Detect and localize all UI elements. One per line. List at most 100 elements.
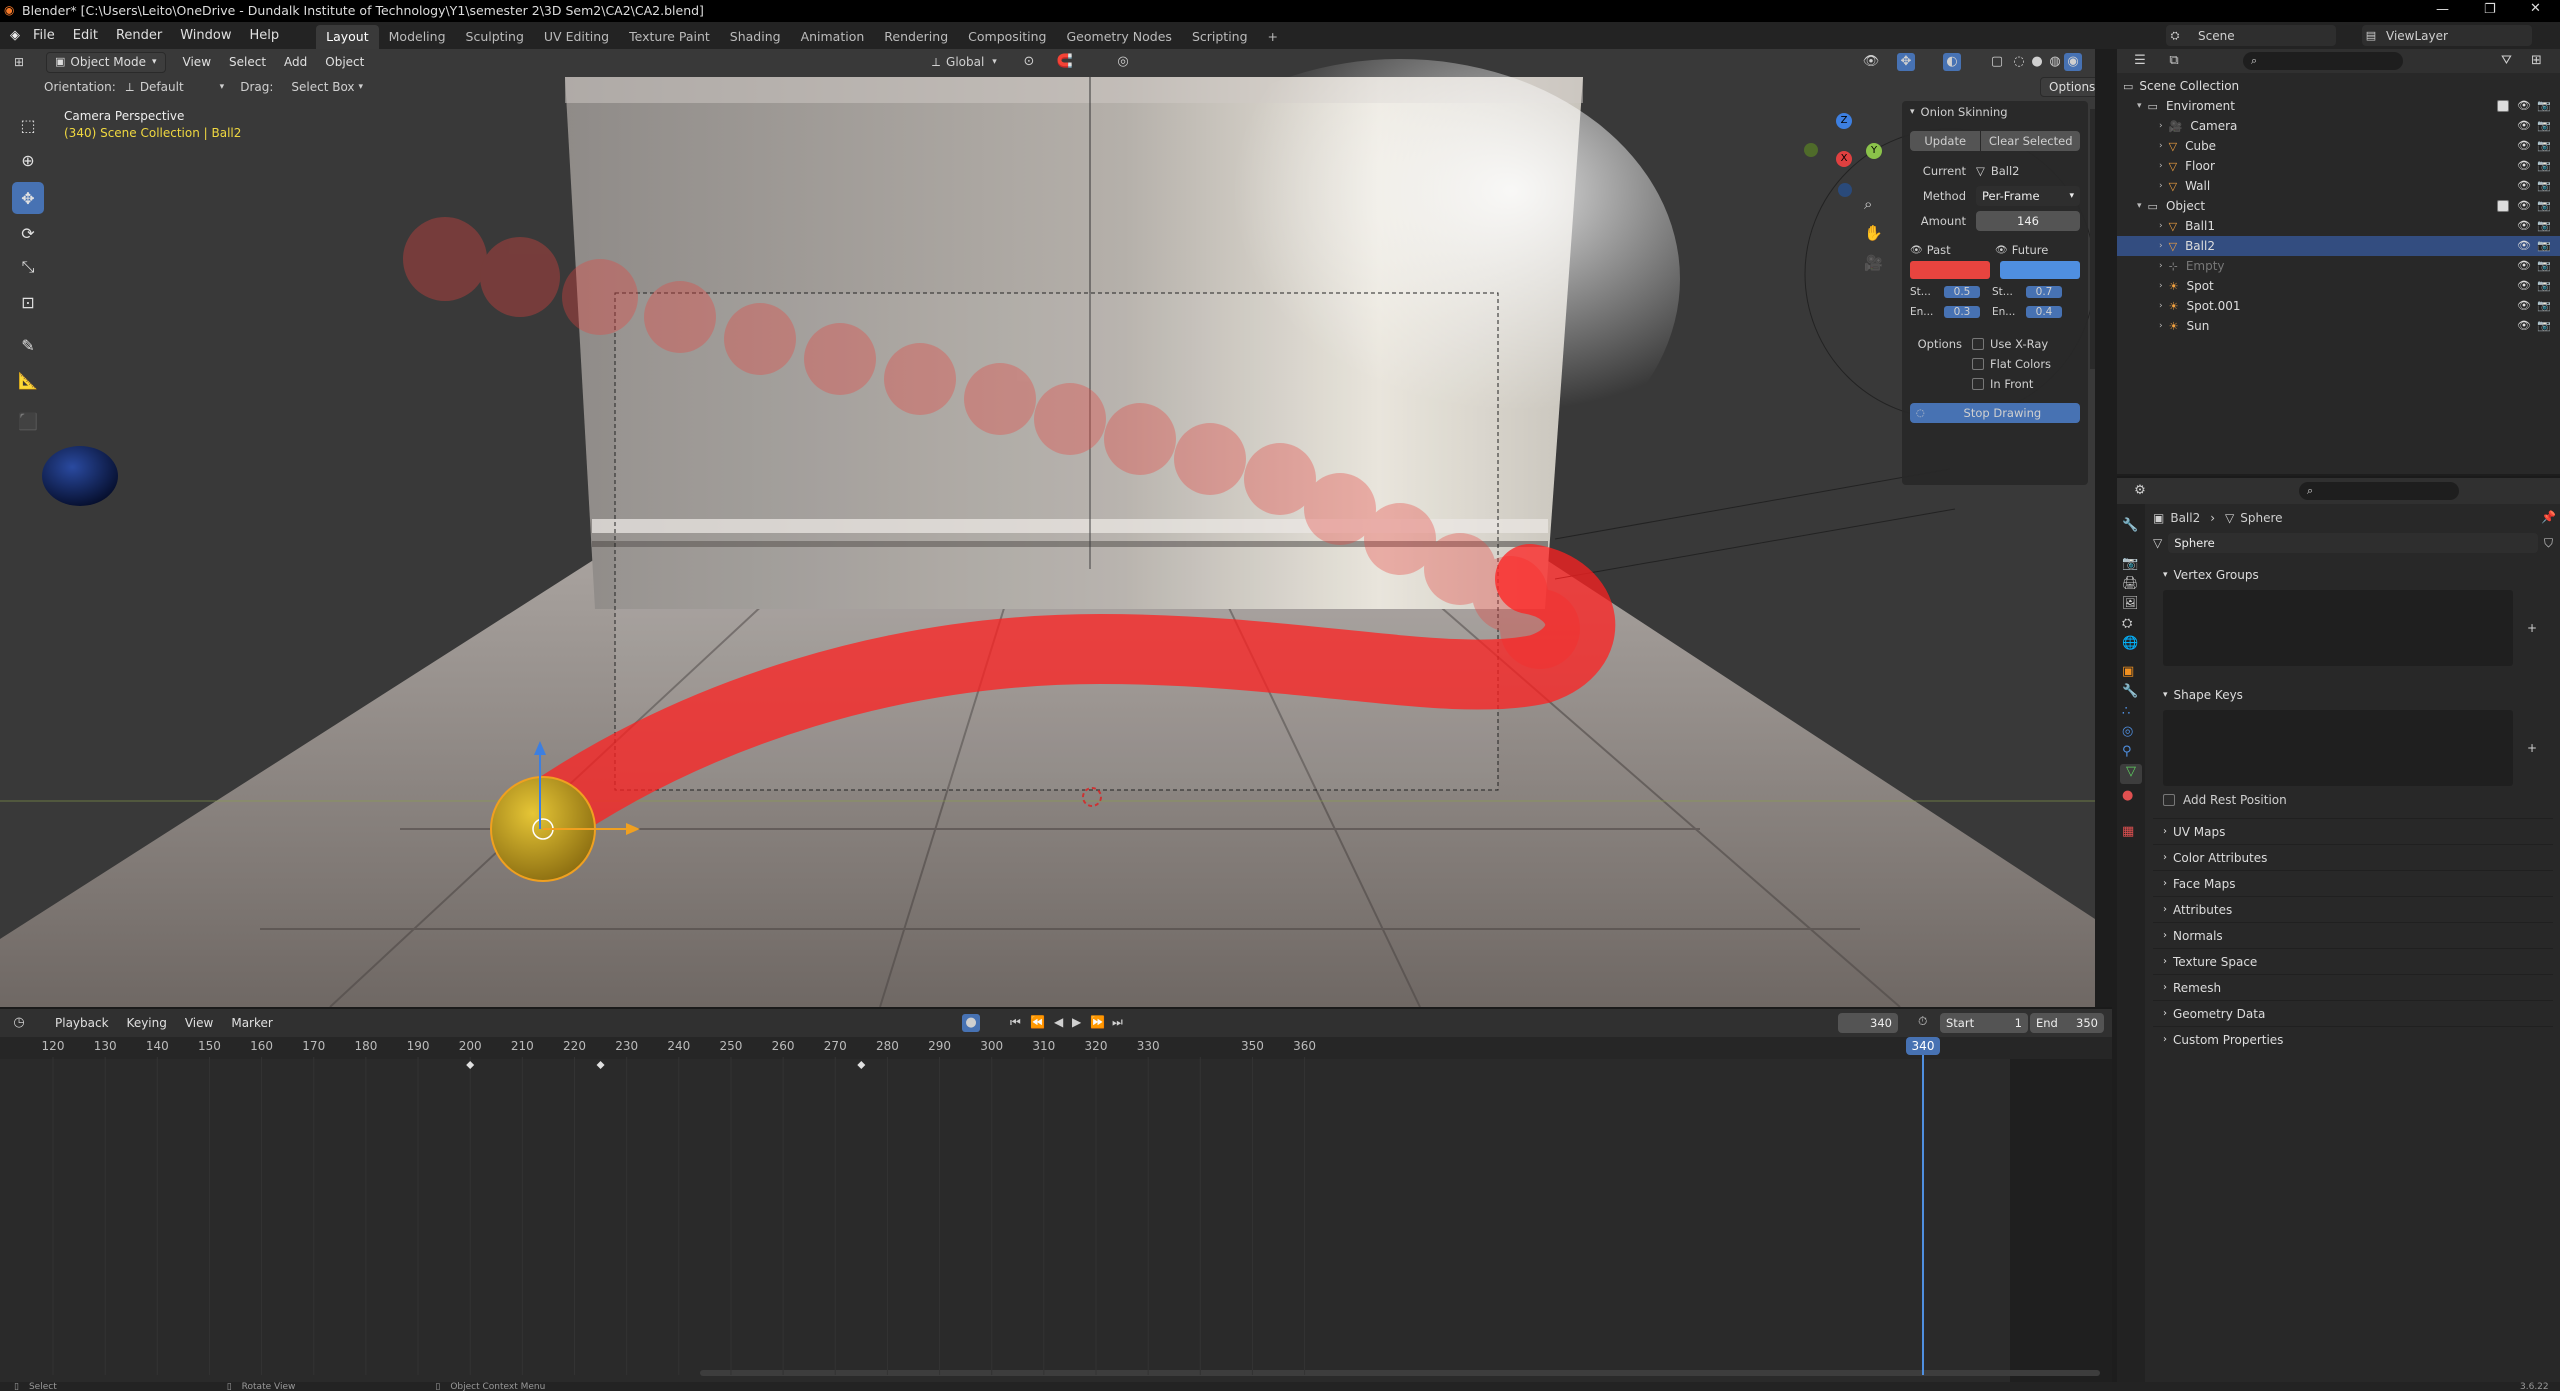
fake-user-icon[interactable]: ⛉	[2544, 536, 2553, 551]
keyframe-diamond[interactable]	[857, 1061, 866, 1069]
xray-icon[interactable]: ▢	[1988, 53, 2006, 71]
rotate-tool-icon[interactable]: ⟳	[12, 217, 44, 249]
chevron-right-icon[interactable]: ›	[2159, 121, 2163, 131]
transform-orientation-dropdown[interactable]: ⟂ Global ▾	[932, 52, 997, 72]
jump-keyframe-back-icon[interactable]: ⏪	[1030, 1015, 1045, 1029]
properties-search-input[interactable]: ⌕	[2299, 482, 2459, 500]
shading-rendered-icon[interactable]: ◉	[2064, 53, 2082, 71]
tab-animation[interactable]: Animation	[791, 25, 875, 49]
move-tool-icon[interactable]: ✥	[12, 182, 44, 214]
visibility-eye-icon[interactable]: 👁	[2517, 319, 2531, 332]
select-box-tool-icon[interactable]: ⬚	[12, 109, 44, 141]
visibility-eye-icon[interactable]: 👁	[2517, 99, 2531, 112]
visibility-eye-icon[interactable]: 👁	[2517, 139, 2531, 152]
proportional-edit-icon[interactable]: ◎	[1114, 53, 1132, 71]
menu-window[interactable]: Window	[171, 28, 240, 43]
visibility-eye-icon[interactable]: 👁	[2517, 259, 2531, 272]
add-workspace-button[interactable]: +	[1258, 25, 1288, 49]
outliner-item-floor[interactable]: › ▽ Floor 👁 📷	[2117, 156, 2560, 176]
menu-help[interactable]: Help	[241, 28, 289, 43]
chevron-right-icon[interactable]: ›	[2159, 281, 2163, 291]
chevron-right-icon[interactable]: ›	[2159, 241, 2163, 251]
modifier-tab-icon[interactable]: 🔧	[2122, 684, 2138, 699]
chevron-right-icon[interactable]: ›	[2159, 321, 2163, 331]
outliner-item-enviroment[interactable]: ▾ ▭ Enviroment 👁 📷	[2117, 96, 2560, 116]
exclude-checkbox[interactable]	[2497, 200, 2509, 212]
output-tab-icon[interactable]: 🖨	[2122, 576, 2139, 591]
visibility-eye-icon[interactable]: 👁	[2517, 159, 2531, 172]
constraints-tab-icon[interactable]: ⚲	[2122, 744, 2132, 759]
orientation-dropdown[interactable]: ⟂ Default ▾	[126, 80, 224, 95]
tab-compositing[interactable]: Compositing	[958, 25, 1056, 49]
outliner-item-scene-collection[interactable]: ▭ Scene Collection	[2117, 76, 2560, 96]
in-front-checkbox[interactable]	[1972, 378, 1984, 390]
navigation-gizmo[interactable]: Z Y X	[1800, 113, 1890, 203]
render-visibility-icon[interactable]: 📷	[2537, 299, 2551, 312]
measure-tool-icon[interactable]: 📐	[12, 364, 44, 396]
update-button[interactable]: Update	[1910, 131, 1981, 151]
drag-dropdown[interactable]: Select Box ▾	[291, 80, 363, 94]
viewport-menu-view[interactable]: View	[174, 55, 220, 69]
render-visibility-icon[interactable]: 📷	[2537, 99, 2551, 112]
chevron-right-icon[interactable]: ›	[2159, 221, 2163, 231]
shape-keys-section[interactable]: ▾ Shape Keys	[2153, 682, 2553, 708]
physics-tab-icon[interactable]: ◎	[2122, 724, 2133, 739]
maximize-button[interactable]: ❐	[2484, 2, 2496, 17]
camera-view-icon[interactable]: 🎥	[1864, 254, 1883, 272]
new-collection-icon[interactable]: ⊞	[2531, 53, 2542, 68]
pan-icon[interactable]: ✋	[1864, 224, 1883, 242]
keyframe-diamond[interactable]	[466, 1061, 475, 1069]
minimize-button[interactable]: —	[2436, 2, 2449, 17]
mode-dropdown[interactable]: ▣ Object Mode ▾	[46, 51, 166, 73]
tab-rendering[interactable]: Rendering	[874, 25, 958, 49]
cursor-tool-icon[interactable]: ⊕	[12, 144, 44, 176]
render-visibility-icon[interactable]: 📷	[2537, 159, 2551, 172]
editor-type-icon[interactable]: ☰	[2131, 52, 2149, 70]
outliner-item-wall[interactable]: › ▽ Wall 👁 📷	[2117, 176, 2560, 196]
visibility-eye-icon[interactable]: 👁	[2517, 239, 2531, 252]
gizmo-z-icon[interactable]: Z	[1836, 113, 1852, 129]
play-reverse-icon[interactable]: ◀	[1054, 1015, 1063, 1029]
timeline-menu-marker[interactable]: Marker	[222, 1016, 281, 1030]
section-geometry-data[interactable]: › Geometry Data	[2153, 1000, 2553, 1026]
mesh-name-field[interactable]: Sphere	[2168, 533, 2538, 553]
chevron-right-icon[interactable]: ›	[2159, 261, 2163, 271]
vertex-groups-list[interactable]	[2163, 590, 2513, 666]
section-texture-space[interactable]: › Texture Space	[2153, 948, 2553, 974]
render-visibility-icon[interactable]: 📷	[2537, 179, 2551, 192]
scene-tab-icon[interactable]: ⛭	[2122, 616, 2132, 631]
visibility-eye-icon[interactable]: 👁	[2517, 119, 2531, 132]
timeline-menu-keying[interactable]: Keying	[118, 1016, 176, 1030]
scene-selector[interactable]: ⛭ Scene	[2166, 25, 2336, 46]
gizmo-neg-y-icon[interactable]	[1804, 143, 1818, 157]
shape-keys-list[interactable]	[2163, 710, 2513, 786]
jump-end-icon[interactable]: ⏭	[1112, 1015, 1123, 1030]
display-mode-icon[interactable]: ⧉	[2165, 52, 2183, 70]
material-tab-icon[interactable]: ●	[2122, 788, 2133, 803]
add-rest-position-checkbox[interactable]	[2163, 794, 2175, 806]
annotate-tool-icon[interactable]: ✎	[12, 329, 44, 361]
render-tab-icon[interactable]: 📷	[2122, 556, 2138, 571]
transform-tool-icon[interactable]: ⊡	[12, 286, 44, 318]
blender-menu-icon[interactable]: ◈	[6, 27, 24, 45]
outliner-item-sun[interactable]: › ☀ Sun 👁 📷	[2117, 316, 2560, 336]
gizmo-y-icon[interactable]: Y	[1866, 143, 1882, 159]
outliner-item-ball2[interactable]: › ▽ Ball2 👁 📷	[2117, 236, 2560, 256]
playhead-frame-badge[interactable]: 340	[1906, 1037, 1940, 1055]
outliner-item-camera[interactable]: › 🎥 Camera 👁 📷	[2117, 116, 2560, 136]
viewlayer-selector[interactable]: ▤ ViewLayer	[2362, 25, 2532, 46]
add-shape-key-icon[interactable]: +	[2527, 741, 2537, 755]
section-normals[interactable]: › Normals	[2153, 922, 2553, 948]
gizmo-x-icon[interactable]: X	[1836, 151, 1852, 167]
shading-solid-icon[interactable]: ●	[2028, 53, 2046, 71]
outliner-item-spot[interactable]: › ☀ Spot 👁 📷	[2117, 276, 2560, 296]
past-eye-icon[interactable]: 👁	[1910, 245, 1923, 256]
tool-tab-icon[interactable]: 🔧	[2122, 518, 2138, 533]
tab-sculpting[interactable]: Sculpting	[456, 25, 534, 49]
viewport-menu-object[interactable]: Object	[316, 55, 373, 69]
future-end-field[interactable]: 0.4	[2026, 306, 2062, 318]
shading-wire-icon[interactable]: ◌	[2010, 53, 2028, 71]
render-visibility-icon[interactable]: 📷	[2537, 119, 2551, 132]
view-layer-tab-icon[interactable]: 🖼	[2122, 596, 2139, 611]
section-color-attributes[interactable]: › Color Attributes	[2153, 844, 2553, 870]
